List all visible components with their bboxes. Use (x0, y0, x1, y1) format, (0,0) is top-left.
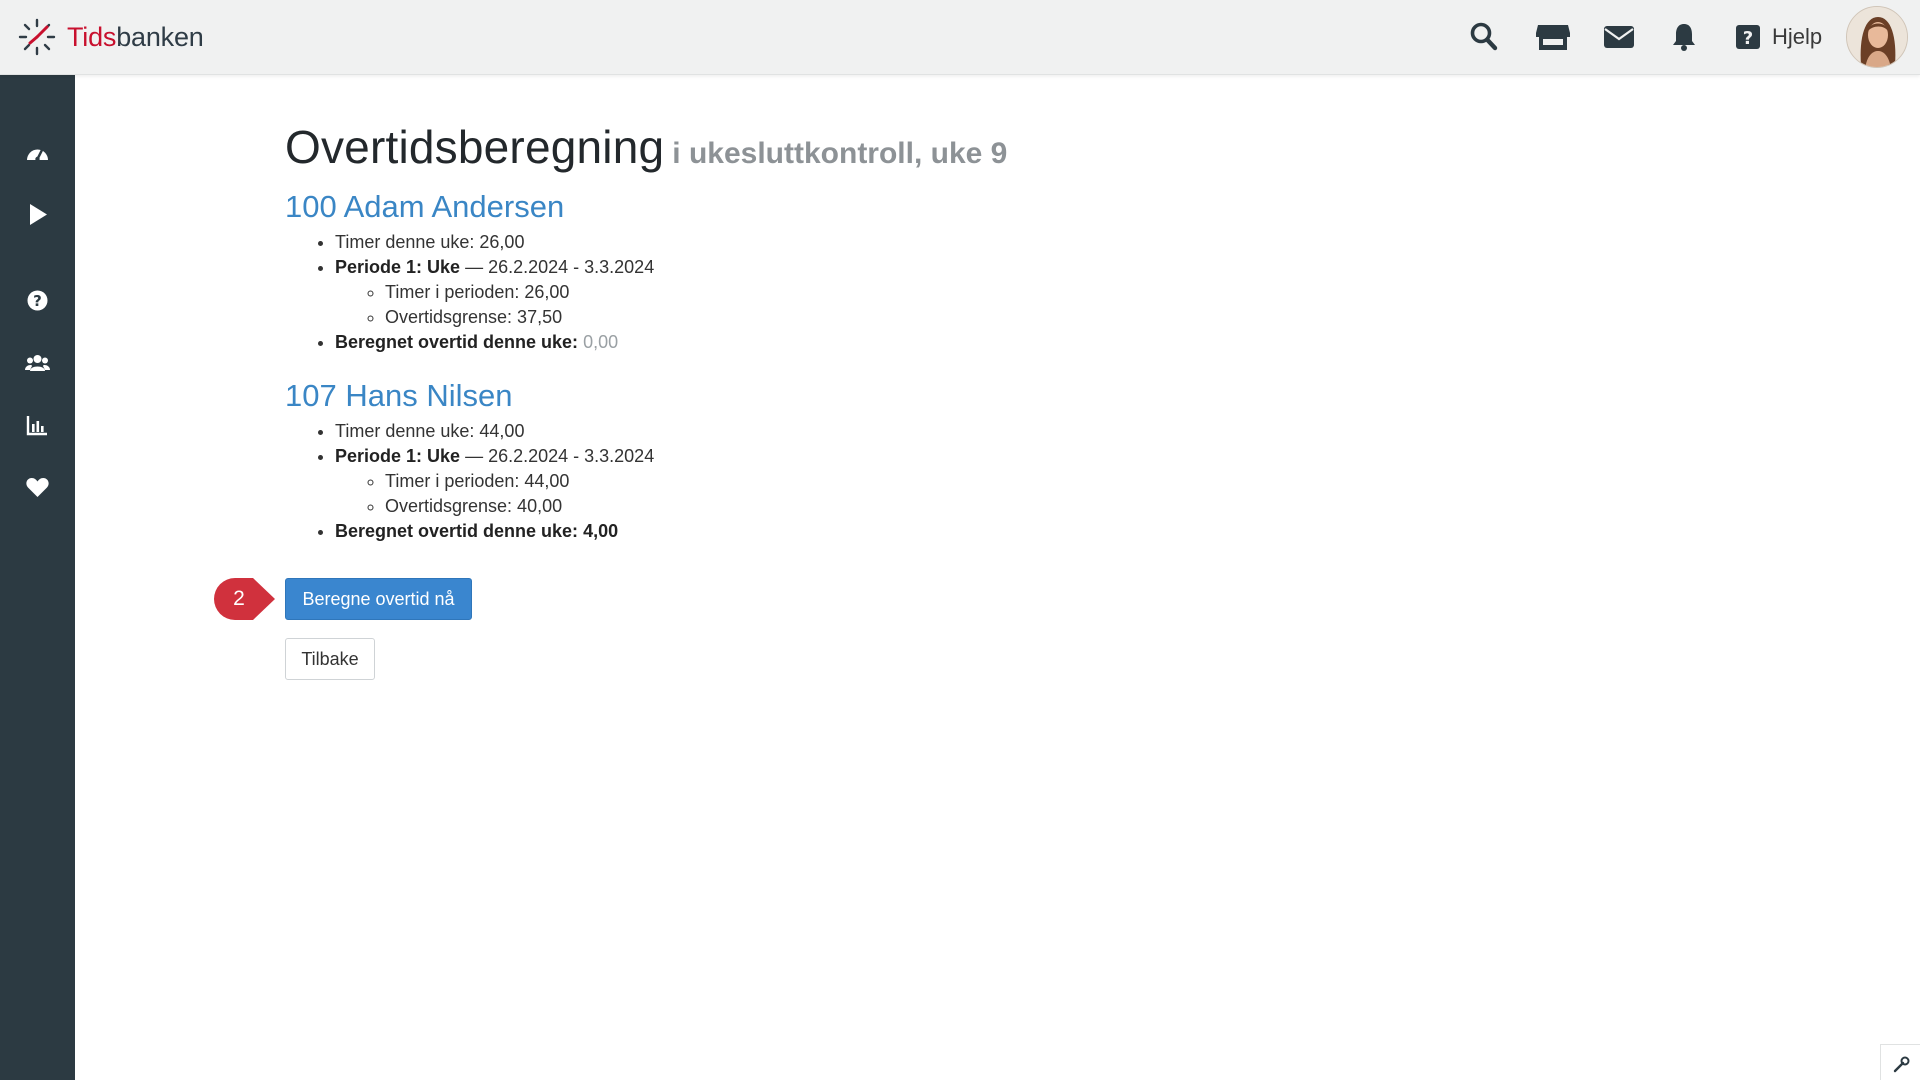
employee-details-list: Timer denne uke: 26,00 Periode 1: Uke — … (335, 230, 1007, 355)
wrench-icon (1893, 1056, 1910, 1073)
left-sidebar: ? (0, 75, 75, 1080)
hours-in-period: Timer i perioden: 44,00 (385, 469, 1007, 494)
hours-in-period: Timer i perioden: 26,00 (385, 280, 1007, 305)
page-subtitle: i ukesluttkontroll, uke 9 (672, 137, 1008, 170)
employee-details-list: Timer denne uke: 44,00 Periode 1: Uke — … (335, 419, 1007, 544)
chart-icon[interactable] (25, 413, 50, 438)
step-number: 2 (233, 587, 245, 610)
hours-this-week: Timer denne uke: 26,00 (335, 230, 1007, 255)
logo-mark-icon (18, 18, 56, 56)
calculated-overtime-label: Beregnet overtid denne uke: (335, 332, 579, 352)
calculate-overtime-button[interactable]: Beregne overtid nå (285, 578, 472, 620)
calculated-overtime-value: 4,00 (583, 521, 619, 541)
employee-name-link[interactable]: 100 Adam Andersen (285, 189, 1007, 225)
question-square-icon: ? (1736, 25, 1760, 49)
period-item: Periode 1: Uke — 26.2.2024 - 3.3.2024 Ti… (335, 255, 1007, 330)
period-details-list: Timer i perioden: 26,00 Overtidsgrense: … (385, 280, 1007, 330)
store-icon[interactable] (1535, 22, 1571, 57)
calculated-overtime-value: 0,00 (583, 332, 619, 352)
employee-name-link[interactable]: 107 Hans Nilsen (285, 378, 1007, 414)
svg-text:?: ? (1743, 28, 1753, 49)
play-icon[interactable] (25, 202, 50, 227)
dashboard-icon[interactable] (25, 140, 50, 165)
period-label: Periode 1: Uke (335, 257, 461, 277)
svg-text:?: ? (33, 292, 42, 310)
settings-corner-button[interactable] (1880, 1044, 1920, 1080)
period-details-list: Timer i perioden: 44,00 Overtidsgrense: … (385, 469, 1007, 519)
back-button[interactable]: Tilbake (285, 638, 375, 680)
hours-this-week: Timer denne uke: 44,00 (335, 419, 1007, 444)
heart-icon[interactable] (25, 475, 50, 500)
period-range: — 26.2.2024 - 3.3.2024 (460, 446, 655, 466)
logo-wordmark: Tidsbanken (67, 22, 204, 53)
calculated-overtime: Beregnet overtid denne uke: 0,00 (335, 330, 1007, 355)
main-content: Overtidsberegning i ukesluttkontroll, uke… (285, 120, 1007, 544)
overtime-limit: Overtidsgrense: 37,50 (385, 305, 1007, 330)
top-navigation-bar: Tidsbanken ? Hjelp (0, 0, 1920, 75)
user-avatar[interactable] (1846, 6, 1908, 68)
page-title: Overtidsberegning (285, 121, 665, 173)
calculated-overtime-label: Beregnet overtid denne uke: (335, 521, 579, 541)
logo-text-part1: Tids (67, 21, 117, 52)
search-icon[interactable] (1470, 22, 1498, 57)
tidsbanken-logo[interactable]: Tidsbanken (17, 17, 204, 57)
help-button[interactable]: ? Hjelp (1736, 24, 1822, 50)
page-heading: Overtidsberegning i ukesluttkontroll, uke… (285, 120, 1007, 174)
period-range: — 26.2.2024 - 3.3.2024 (460, 257, 655, 277)
logo-text-part2: banken (116, 21, 204, 52)
users-icon[interactable] (25, 351, 50, 376)
bell-icon[interactable] (1671, 22, 1697, 57)
mail-icon[interactable] (1603, 22, 1635, 57)
overtime-limit: Overtidsgrense: 40,00 (385, 494, 1007, 519)
help-icon[interactable]: ? (25, 288, 50, 313)
calculated-overtime: Beregnet overtid denne uke: 4,00 (335, 519, 1007, 544)
period-label: Periode 1: Uke (335, 446, 461, 466)
help-label: Hjelp (1772, 24, 1823, 49)
period-item: Periode 1: Uke — 26.2.2024 - 3.3.2024 Ti… (335, 444, 1007, 519)
